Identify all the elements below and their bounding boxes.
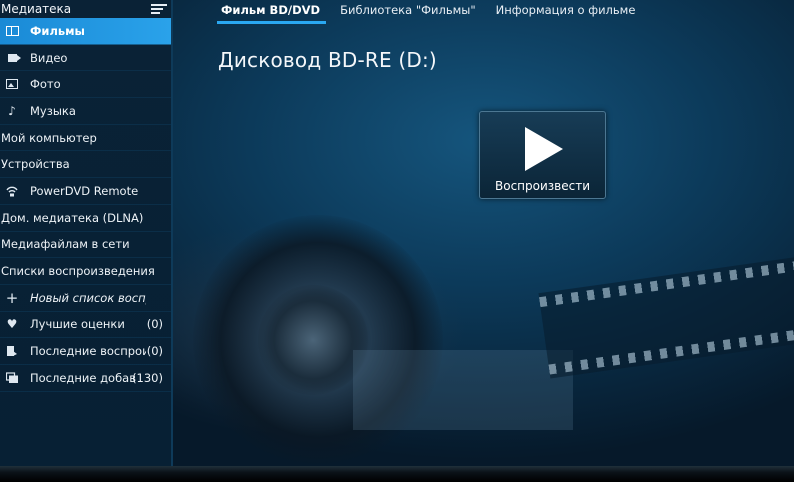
play-button-label: Воспроизвести: [495, 179, 590, 193]
sidebar-item-label: Последние добав: [30, 370, 137, 385]
play-icon: [525, 127, 563, 171]
sidebar-item-recently-played[interactable]: Последние воспрои (0): [0, 338, 171, 365]
item-count: (130): [132, 370, 163, 385]
sidebar-item-label: Дом. медиатека (DLNA): [1, 210, 144, 225]
sidebar-item-movies[interactable]: Фильмы: [0, 18, 171, 45]
sidebar-item-label: Музыка: [30, 103, 76, 118]
sidebar-item-label: Мой компьютер: [1, 130, 97, 145]
sidebar: Медиатека Фильмы Видео Фото ♪ Музыка Мой…: [0, 0, 173, 466]
background-lens-core: [258, 285, 368, 395]
sidebar-item-powerdvd-remote[interactable]: PowerDVD Remote: [0, 178, 171, 205]
sidebar-item-devices[interactable]: Устройства: [0, 151, 171, 179]
item-count: (0): [146, 344, 163, 359]
sidebar-item-network-media[interactable]: Медиафайлам в сети: [0, 232, 171, 259]
tab-bd-dvd[interactable]: Фильм BD/DVD: [173, 0, 330, 24]
music-note-icon: ♪: [8, 103, 16, 118]
sidebar-item-label: PowerDVD Remote: [30, 183, 139, 198]
page-title: Дисковод BD-RE (D:): [218, 48, 437, 72]
sidebar-item-label: Последние воспрои: [30, 344, 146, 359]
tab-movie-library[interactable]: Библиотека "Фильмы": [330, 0, 486, 24]
sidebar-item-label: Фильмы: [30, 23, 85, 38]
sidebar-item-label: Списки воспроизведения: [1, 264, 155, 279]
sidebar-title: Медиатека: [1, 2, 72, 16]
plus-icon: +: [5, 288, 19, 307]
sidebar-item-label: Новый список воспроиз: [30, 290, 146, 305]
sidebar-item-playlists[interactable]: Списки воспроизведения: [0, 258, 171, 285]
background-filmstrip: [538, 251, 794, 379]
sidebar-item-label: Лучшие оценки: [30, 317, 125, 332]
sidebar-item-top-rated[interactable]: ♥ Лучшие оценки (0): [0, 312, 171, 339]
sidebar-item-video[interactable]: Видео: [0, 45, 171, 72]
recent-played-icon: [5, 345, 19, 357]
heart-icon: ♥: [6, 317, 18, 332]
recent-added-icon: [5, 372, 19, 384]
item-count: (0): [146, 317, 163, 332]
sidebar-item-music[interactable]: ♪ Музыка: [0, 98, 171, 125]
play-button[interactable]: Воспроизвести: [479, 111, 606, 199]
tab-bar: Фильм BD/DVD Библиотека "Фильмы" Информа…: [173, 0, 645, 24]
sidebar-item-label: Фото: [30, 77, 61, 92]
main-panel: Фильм BD/DVD Библиотека "Фильмы" Информа…: [173, 0, 794, 466]
film-icon: [5, 25, 19, 37]
sidebar-header: Медиатека: [0, 0, 171, 18]
menu-icon[interactable]: [151, 3, 167, 15]
sidebar-item-my-computer[interactable]: Мой компьютер: [0, 125, 171, 152]
sidebar-item-new-playlist[interactable]: + Новый список воспроиз: [0, 285, 171, 312]
bottom-control-bar: [0, 466, 794, 482]
sidebar-item-dlna[interactable]: Дом. медиатека (DLNA): [0, 205, 171, 232]
sidebar-item-label: Устройства: [1, 157, 70, 172]
sidebar-item-photo[interactable]: Фото: [0, 71, 171, 99]
sidebar-item-label: Видео: [30, 50, 68, 65]
sidebar-item-recently-added[interactable]: Последние добав (130): [0, 365, 171, 392]
wireless-icon: [5, 185, 19, 197]
sidebar-item-label: Медиафайлам в сети: [1, 237, 130, 252]
video-camera-icon: [5, 52, 21, 64]
tab-movie-info[interactable]: Информация о фильме: [486, 0, 646, 24]
photo-icon: [5, 78, 19, 90]
background-glow: [353, 350, 573, 430]
